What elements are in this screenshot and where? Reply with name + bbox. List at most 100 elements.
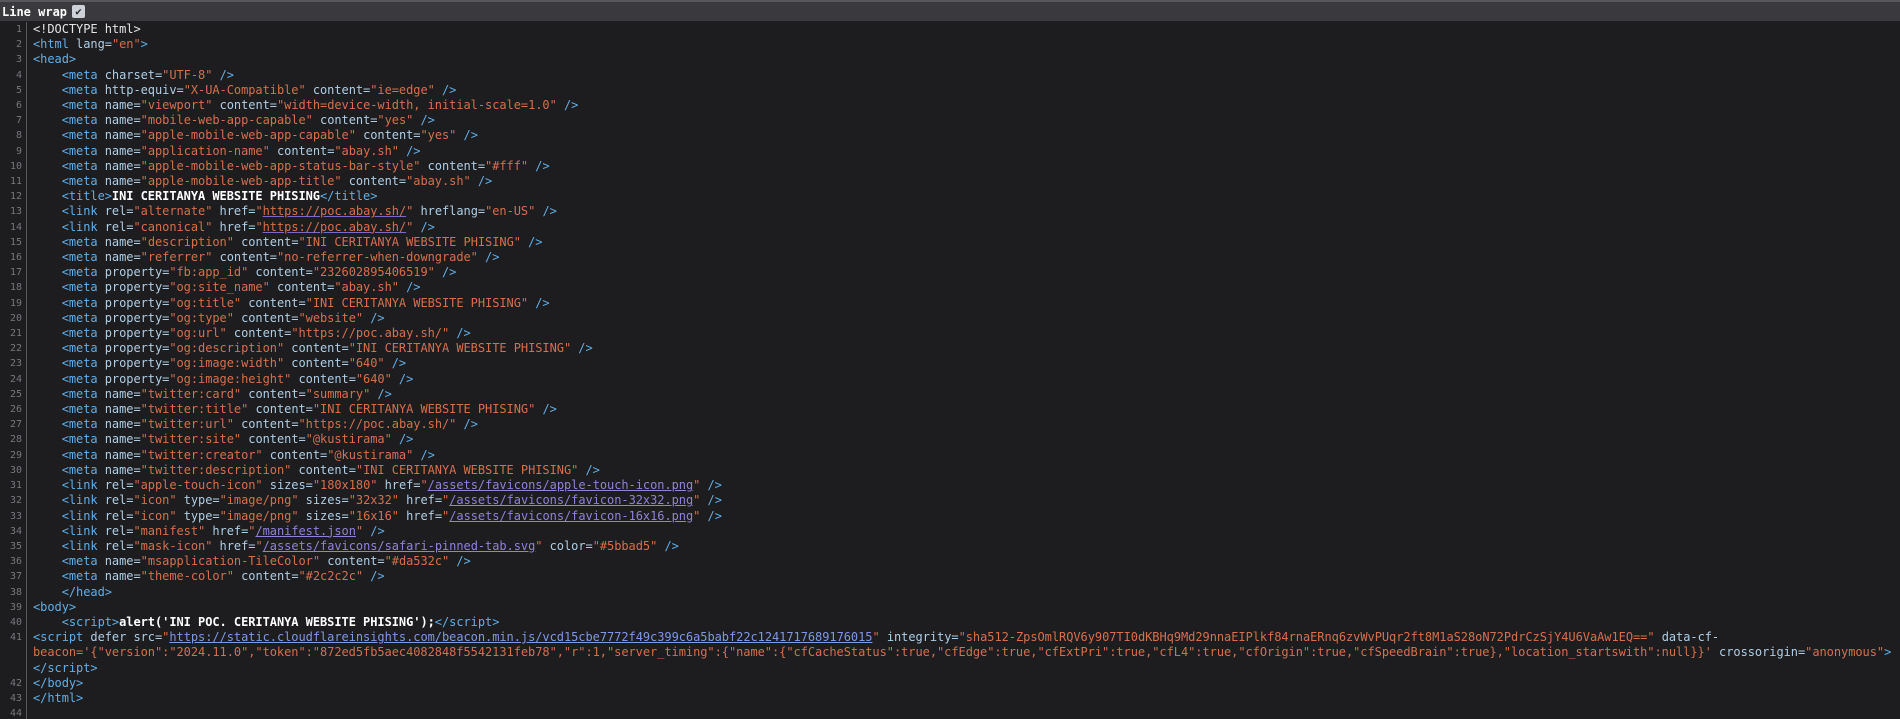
- syntax-token: />: [535, 204, 557, 218]
- source-link[interactable]: https://static.cloudflareinsights.com/be…: [169, 630, 872, 644]
- syntax-token: "description": [141, 235, 234, 249]
- syntax-token: />: [363, 569, 385, 583]
- syntax-token: content=: [284, 356, 349, 370]
- syntax-token: hreflang=: [413, 204, 485, 218]
- source-line: 7 <meta name="mobile-web-app-capable" co…: [0, 113, 1900, 128]
- syntax-token: "UTF-8": [162, 68, 212, 82]
- syntax-token: sizes=: [263, 478, 313, 492]
- line-number: 4: [0, 68, 27, 83]
- syntax-token: type=: [177, 493, 220, 507]
- syntax-token: property=: [98, 341, 170, 355]
- line-content: <meta name="twitter:description" content…: [27, 463, 600, 478]
- syntax-token: href=: [205, 524, 248, 538]
- syntax-token: property=: [98, 356, 170, 370]
- source-link[interactable]: /manifest.json: [255, 524, 355, 538]
- source-line: 14 <link rel="canonical" href="https://p…: [0, 220, 1900, 235]
- line-number: 24: [0, 372, 27, 387]
- syntax-token: />: [399, 280, 421, 294]
- line-content: <meta http-equiv="X-UA-Compatible" conte…: [27, 83, 456, 98]
- syntax-token: rel=: [98, 539, 134, 553]
- syntax-token: <meta: [33, 402, 98, 416]
- syntax-token: name=: [98, 159, 141, 173]
- syntax-token: "manifest": [133, 524, 205, 538]
- syntax-token: />: [657, 539, 679, 553]
- syntax-token: rel=: [98, 220, 134, 234]
- syntax-token: >: [141, 37, 148, 51]
- line-number: 25: [0, 387, 27, 402]
- syntax-token: "fb:app_id": [169, 265, 248, 279]
- syntax-token: />: [535, 402, 557, 416]
- syntax-token: "theme-color": [141, 569, 234, 583]
- syntax-token: href=: [399, 493, 442, 507]
- line-content: </script>: [27, 661, 98, 676]
- syntax-token: href=: [212, 204, 255, 218]
- line-content: <meta name="viewport" content="width=dev…: [27, 98, 578, 113]
- source-line: 35 <link rel="mask-icon" href="/assets/f…: [0, 539, 1900, 554]
- syntax-token: name=: [98, 128, 141, 142]
- syntax-token: "sha512-ZpsOmlRQV6y907TI0dKBHq9Md29nnaEI…: [959, 630, 1655, 644]
- syntax-token: />: [528, 296, 550, 310]
- line-number: 38: [0, 585, 27, 600]
- syntax-token: <meta: [33, 569, 98, 583]
- line-number: 3: [0, 52, 27, 67]
- syntax-token: "16x16": [349, 509, 399, 523]
- line-content: <link rel="icon" type="image/png" sizes=…: [27, 493, 722, 508]
- syntax-token: "summary": [306, 387, 371, 401]
- line-content: <script defer src="https://static.cloudf…: [27, 630, 1719, 645]
- line-content: </html>: [27, 691, 83, 706]
- syntax-token: />: [471, 174, 493, 188]
- line-content: <link rel="manifest" href="/manifest.jso…: [27, 524, 385, 539]
- source-link[interactable]: /assets/favicons/favicon-32x32.png: [449, 493, 693, 507]
- syntax-token: <meta: [33, 554, 98, 568]
- syntax-token: "ie=edge": [370, 83, 435, 97]
- syntax-token: content=: [234, 235, 299, 249]
- source-line: 42</body>: [0, 676, 1900, 691]
- syntax-token: "og:image:height": [169, 372, 291, 386]
- syntax-token: />: [456, 417, 478, 431]
- syntax-token: name=: [98, 174, 141, 188]
- line-content: <body>: [27, 600, 76, 615]
- syntax-token: rel=: [98, 509, 134, 523]
- syntax-token: <meta: [33, 250, 98, 264]
- syntax-token: sizes=: [299, 493, 349, 507]
- source-link[interactable]: /assets/favicons/apple-touch-icon.png: [428, 478, 693, 492]
- syntax-token: "og:type": [169, 311, 234, 325]
- line-number: 44: [0, 706, 27, 719]
- syntax-token: property=: [98, 326, 170, 340]
- syntax-token: "og:url": [169, 326, 226, 340]
- line-content: <meta property="og:type" content="websit…: [27, 311, 385, 326]
- syntax-token: "#2c2c2c": [299, 569, 364, 583]
- syntax-token: content=: [234, 569, 299, 583]
- syntax-token: />: [435, 265, 457, 279]
- source-line: 26 <meta name="twitter:title" content="I…: [0, 402, 1900, 417]
- line-content: <meta property="og:url" content="https:/…: [27, 326, 471, 341]
- source-link[interactable]: /assets/favicons/favicon-16x16.png: [449, 509, 693, 523]
- syntax-token: />: [578, 463, 600, 477]
- source-line: 17 <meta property="fb:app_id" content="2…: [0, 265, 1900, 280]
- line-number: 1: [0, 22, 27, 37]
- source-link[interactable]: https://poc.abay.sh/: [263, 204, 407, 218]
- syntax-token: "width=device-width, initial-scale=1.0": [277, 98, 557, 112]
- source-line: </script>: [0, 661, 1900, 676]
- syntax-token: content=: [248, 265, 313, 279]
- syntax-token: name=: [98, 432, 141, 446]
- line-content: <html lang="en">: [27, 37, 148, 52]
- line-wrap-checkbox[interactable]: ✔: [72, 5, 85, 18]
- syntax-token: property=: [98, 265, 170, 279]
- syntax-token: href=: [399, 509, 442, 523]
- line-number: 20: [0, 311, 27, 326]
- syntax-token: content=: [291, 372, 356, 386]
- syntax-token: </script>: [33, 661, 98, 675]
- source-line: 39<body>: [0, 600, 1900, 615]
- source-link[interactable]: https://poc.abay.sh/: [263, 220, 407, 234]
- syntax-token: "canonical": [133, 220, 212, 234]
- syntax-token: ": [255, 220, 262, 234]
- syntax-token: <meta: [33, 463, 98, 477]
- syntax-token: content=: [248, 402, 313, 416]
- syntax-token: http-equiv=: [98, 83, 184, 97]
- source-link[interactable]: /assets/favicons/safari-pinned-tab.svg: [263, 539, 536, 553]
- syntax-token: <meta: [33, 144, 98, 158]
- syntax-token: <link: [33, 524, 98, 538]
- syntax-token: "twitter:title": [141, 402, 249, 416]
- syntax-token: </html>: [33, 691, 83, 705]
